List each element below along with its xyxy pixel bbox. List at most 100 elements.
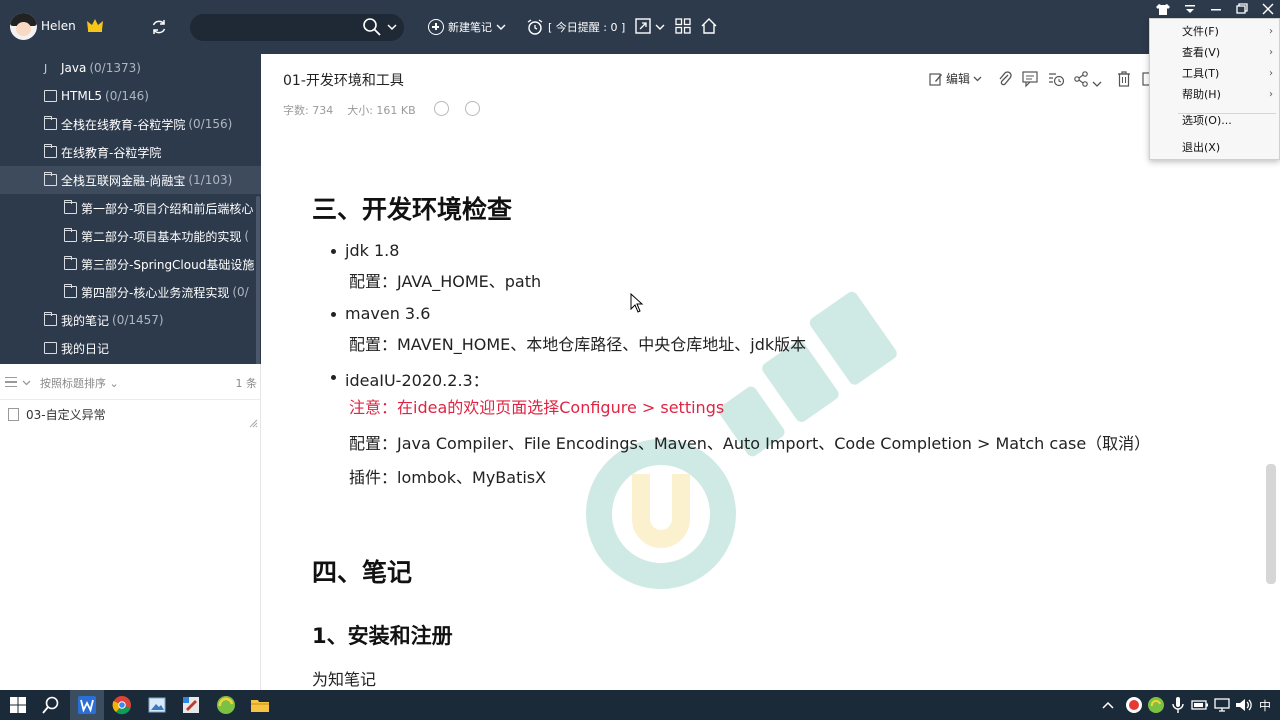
file-explorer-icon[interactable]	[250, 695, 270, 715]
tree-item-part1[interactable]: 第一部分-项目介绍和前后端核心	[0, 194, 261, 222]
screenshot-icon[interactable]	[634, 17, 652, 35]
battery-icon[interactable]	[1190, 695, 1210, 715]
tray-record-icon[interactable]	[1124, 695, 1144, 715]
screenshot-chevron-icon[interactable]	[655, 22, 665, 32]
close-icon[interactable]	[1260, 2, 1276, 16]
tree-item-guli-online[interactable]: 在线教育-谷粒学院	[0, 138, 261, 166]
user-avatar[interactable]	[10, 13, 37, 40]
tree-item-html5[interactable]: HTML5 (0/146)	[0, 82, 261, 110]
tree-item-label: 全栈在线教育-谷粒学院	[61, 117, 186, 132]
edit-pencil-icon	[929, 72, 942, 86]
tree-item-count: (0/	[232, 285, 249, 299]
search-options-chevron-icon[interactable]	[386, 21, 398, 33]
volume-icon[interactable]	[1234, 695, 1254, 715]
image-viewer-icon[interactable]	[147, 695, 167, 715]
history-icon[interactable]	[1047, 70, 1065, 88]
paragraph-text: 为知笔记	[312, 670, 377, 689]
360-browser-icon[interactable]	[216, 695, 236, 715]
tree-item-my-diary[interactable]: 我的日记	[0, 334, 261, 362]
sync-icon[interactable]	[150, 18, 168, 36]
tree-item-java[interactable]: J Java (0/1373)	[0, 54, 261, 82]
menu-item-file[interactable]: 文件(F) ›	[1150, 22, 1280, 42]
tray-360-icon[interactable]	[1146, 695, 1166, 715]
tree-item-label: 第一部分-项目介绍和前后端核心	[81, 201, 254, 216]
skin-shirt-icon[interactable]	[1155, 2, 1171, 16]
comment-icon[interactable]	[1022, 70, 1038, 88]
sort-bar: 按照标题排序 ⌄ 1 条	[0, 364, 261, 400]
sidebar-scrollbar[interactable]	[256, 196, 260, 364]
restore-icon[interactable]	[1234, 2, 1250, 16]
list-view-icon[interactable]	[5, 377, 17, 387]
tree-item-label: 全栈互联网金融-尚融宝	[61, 173, 186, 188]
chrome-icon[interactable]	[112, 695, 132, 715]
search-icon[interactable]	[362, 17, 382, 37]
folder-icon	[44, 312, 57, 326]
submenu-arrow-icon: ›	[1269, 47, 1273, 58]
add-tag-icon[interactable]	[465, 101, 480, 116]
attachment-icon[interactable]	[997, 70, 1013, 88]
tree-item-part4[interactable]: 第四部分-核心业务流程实现 (0/	[0, 278, 261, 306]
vip-crown-icon[interactable]	[86, 17, 104, 33]
notebook-icon: J	[44, 61, 48, 75]
home-icon[interactable]	[700, 17, 718, 35]
plus-circle-icon	[428, 19, 444, 35]
tree-item-part2[interactable]: 第二部分-项目基本功能的实现 (	[0, 222, 261, 250]
maven-config-text: 配置：MAVEN_HOME、本地仓库路径、中央仓库地址、jdk版本	[349, 335, 807, 354]
tree-item-part3[interactable]: 第三部分-SpringCloud基础设施	[0, 250, 261, 278]
note-title: 03-自定义异常	[26, 407, 106, 422]
share-icon[interactable]	[1073, 70, 1089, 88]
tree-item-count: (	[244, 229, 250, 243]
menu-item-options[interactable]: 选项(O)...	[1150, 111, 1280, 131]
share-chevron-icon[interactable]	[1092, 75, 1102, 93]
folder-icon	[64, 256, 77, 270]
idea-config-text: 配置：Java Compiler、File Encodings、Maven、Au…	[349, 434, 1151, 453]
network-icon[interactable]	[1212, 695, 1232, 715]
resize-grip-icon[interactable]	[248, 418, 258, 428]
menu-item-label: 帮助(H)	[1182, 88, 1221, 101]
notebook-tree: J Java (0/1373) HTML5 (0/146) 全栈在线教育-谷粒学…	[0, 54, 261, 364]
sort-dropdown[interactable]: 按照标题排序 ⌄	[40, 375, 119, 391]
note-content[interactable]: 01-开发环境和工具 字数: 734 大小: 161 KB 编辑 三、开发环境检…	[261, 54, 1280, 690]
tree-item-label: 第二部分-项目基本功能的实现	[81, 229, 242, 244]
sort-label: 按照标题排序	[40, 377, 106, 390]
tree-item-shangrongbao[interactable]: 全栈互联网金融-尚融宝 (1/103)	[0, 166, 261, 194]
tree-item-my-notes[interactable]: 我的笔记 (0/1457)	[0, 306, 261, 334]
submenu-arrow-icon: ›	[1269, 26, 1273, 37]
grid-apps-icon[interactable]	[674, 17, 692, 35]
windows-taskbar: 中	[0, 690, 1280, 720]
folder-icon	[44, 144, 57, 158]
menu-item-help[interactable]: 帮助(H) ›	[1150, 85, 1280, 105]
edit-label: 编辑	[946, 72, 971, 86]
list-item[interactable]: 03-自定义异常	[0, 400, 261, 428]
chevron-down-icon[interactable]	[22, 378, 31, 387]
menu-item-tools[interactable]: 工具(T) ›	[1150, 64, 1280, 84]
tree-item-count: (0/1457)	[112, 313, 164, 327]
info-icon[interactable]	[434, 101, 449, 116]
new-note-button[interactable]: 新建笔记	[428, 17, 506, 37]
heading-env-check: 三、开发环境检查	[312, 195, 513, 224]
windows-start-icon[interactable]	[8, 695, 28, 715]
delete-trash-icon[interactable]	[1116, 70, 1132, 88]
menu-item-view[interactable]: 查看(V) ›	[1150, 43, 1280, 63]
edit-button[interactable]: 编辑	[929, 70, 982, 87]
chevron-down-icon	[496, 24, 506, 30]
tree-item-label: 第四部分-核心业务流程实现	[81, 285, 230, 300]
tree-item-guli-fullstack[interactable]: 全栈在线教育-谷粒学院 (0/156)	[0, 110, 261, 138]
editor-app-icon[interactable]	[181, 695, 201, 715]
input-method-indicator[interactable]: 中	[1259, 697, 1271, 714]
main-menu-dropdown-icon[interactable]	[1182, 2, 1198, 16]
username[interactable]: Helen	[41, 19, 76, 33]
editor-scrollbar[interactable]	[1266, 464, 1276, 584]
search-icon[interactable]	[41, 695, 61, 715]
menu-item-exit[interactable]: 退出(X)	[1150, 138, 1280, 158]
folder-icon	[44, 172, 57, 186]
tray-chevron-up-icon[interactable]	[1102, 700, 1114, 710]
microphone-icon[interactable]	[1168, 695, 1188, 715]
notebook-icon	[44, 90, 57, 102]
minimize-icon[interactable]	[1208, 2, 1224, 16]
menu-item-label: 工具(T)	[1182, 67, 1220, 80]
note-size: 大小: 161 KB	[347, 104, 416, 117]
today-reminder-button[interactable]: [ 今日提醒 : 0 ]	[526, 17, 625, 37]
diary-icon	[44, 342, 57, 354]
wiznote-app-icon[interactable]	[77, 695, 97, 715]
